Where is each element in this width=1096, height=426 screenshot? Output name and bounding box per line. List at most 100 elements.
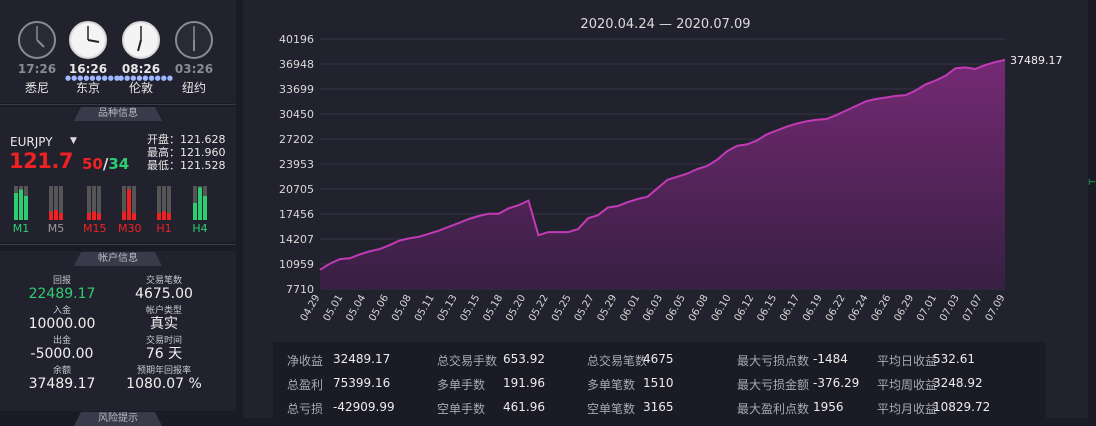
- timeframe-m30[interactable]: M30: [118, 184, 142, 235]
- y-tick-label: 17456: [279, 208, 314, 221]
- clock-icon: [18, 21, 56, 59]
- account-value: 76 天: [145, 346, 183, 362]
- x-tick-label: 05.29: [596, 293, 620, 323]
- equity-chart: 40196 36948 33699 30450 27202 23953 20705 17456…: [279, 33, 1063, 323]
- x-tick-label: 06.26: [870, 293, 894, 323]
- divider: [0, 244, 236, 245]
- x-tick-label: 05.08: [390, 293, 414, 323]
- account-value: 4675.00: [135, 286, 193, 302]
- x-tick-label: 06.08: [687, 293, 711, 323]
- summary-key: 最大亏损点数: [737, 354, 810, 368]
- summary-value: -42909.99: [333, 400, 395, 414]
- x-tick-label: 06.12: [733, 293, 757, 323]
- timeframe-m15[interactable]: M15: [83, 184, 107, 235]
- edge-marker-icon: ⊢: [1088, 178, 1096, 188]
- summary-label: 总亏损: [287, 400, 323, 417]
- account-label: 入金: [52, 306, 71, 316]
- x-tick-label: 06.17: [778, 293, 802, 323]
- y-tick-label: 7710: [286, 283, 314, 296]
- price-tail: 50/34: [82, 155, 129, 173]
- symbol-info-panel: 品种信息 EURJPY ▼ 121.7 50/34 开盘：121.628 最高：…: [0, 107, 236, 242]
- y-tick-label: 40196: [279, 33, 314, 46]
- summary-label: 总盈利: [287, 376, 323, 393]
- timeframe-m1[interactable]: M1: [10, 184, 32, 235]
- summary-key: 平均周收益: [877, 378, 938, 392]
- x-tick-label: 05.13: [436, 293, 460, 323]
- summary-key: 最大盈利点数: [737, 402, 810, 416]
- summary-value: 3248.92: [933, 376, 983, 390]
- left-sidebar: 17:26 悉尼 16:26 ●●●●●●●●● 东京 08:26 ●●●●●●…: [0, 0, 237, 426]
- symbol-selector[interactable]: EURJPY: [10, 135, 53, 149]
- summary-key: 平均日收益: [877, 354, 938, 368]
- timeframe-label: M15: [83, 222, 107, 235]
- summary-value: 1956: [813, 400, 844, 414]
- open-price: 开盘：121.628: [147, 133, 226, 146]
- timeframe-h4[interactable]: H4: [189, 184, 211, 235]
- world-clocks-panel: 17:26 悉尼 16:26 ●●●●●●●●● 东京 08:26 ●●●●●●…: [0, 0, 236, 103]
- summary-table: 净收益 32489.17 总交易手数 653.92 总交易笔数 4675 最大亏损点数 -14…: [273, 342, 1046, 418]
- summary-label: 最大亏损金额: [737, 376, 809, 393]
- summary-value: 32489.17: [333, 352, 391, 366]
- account-value: 10000.00: [28, 316, 96, 332]
- summary-label: 平均月收益: [877, 400, 937, 417]
- clock-city: 东京: [75, 81, 100, 95]
- x-tick-label: 06.19: [801, 293, 825, 323]
- x-tick-label: 05.06: [367, 293, 391, 323]
- x-tick-label: 06.03: [641, 293, 665, 323]
- x-tick-label: 07.07: [961, 293, 985, 323]
- summary-key: 多单手数: [437, 378, 486, 392]
- account-value: 22489.17: [28, 286, 96, 302]
- bid-tail: 50: [82, 155, 103, 173]
- summary-label: 多单手数: [437, 376, 485, 393]
- high-price: 最高：121.960: [147, 146, 226, 159]
- y-tick-label: 36948: [279, 58, 314, 71]
- summary-key: 总交易手数: [437, 354, 498, 368]
- last-value-label: 37489.17: [1010, 54, 1063, 67]
- account-deposit: 入金 10000.00: [20, 303, 104, 332]
- timeframe-h1[interactable]: H1: [153, 184, 175, 235]
- timeframe-m5[interactable]: M5: [45, 184, 67, 235]
- x-tick-label: 05.22: [527, 293, 551, 323]
- summary-key: 空单手数: [437, 402, 486, 416]
- x-tick-label: 06.22: [824, 293, 848, 323]
- summary-value: 4675: [643, 352, 674, 366]
- y-tick-label: 23953: [279, 158, 314, 171]
- account-value: 真实: [150, 316, 178, 332]
- summary-label: 多单笔数: [587, 376, 635, 393]
- summary-value: 1510: [643, 376, 674, 390]
- low-price: 最低：121.528: [147, 159, 226, 172]
- timeframe-label: M5: [47, 222, 65, 235]
- summary-value: 10829.72: [933, 400, 991, 414]
- timeframe-label: M30: [118, 222, 142, 235]
- summary-value: 3165: [643, 400, 674, 414]
- summary-key: 多单笔数: [587, 378, 636, 392]
- clock-newyork: 03:26 纽约: [171, 20, 217, 96]
- summary-key: 空单笔数: [587, 402, 636, 416]
- chevron-down-icon[interactable]: ▼: [70, 136, 77, 146]
- x-tick-label: 06.24: [847, 293, 871, 323]
- summary-key: 平均月收益: [877, 402, 938, 416]
- x-tick-label: 06.29: [892, 293, 916, 323]
- clock-city: 伦敦: [128, 81, 153, 95]
- right-edge: ⊢: [1088, 0, 1096, 418]
- x-tick-label: 05.15: [459, 293, 483, 323]
- summary-label: 平均日收益: [877, 352, 937, 369]
- summary-value: -376.29: [813, 376, 860, 390]
- summary-value: 75399.16: [333, 376, 391, 390]
- account-label: 预期年回报率: [136, 366, 191, 376]
- timeframe-label: H4: [192, 222, 208, 235]
- y-tick-label: 10959: [279, 258, 314, 271]
- summary-value: 461.96: [503, 400, 545, 414]
- summary-value: 191.96: [503, 376, 545, 390]
- y-tick-label: 33699: [279, 83, 314, 96]
- y-tick-label: 14207: [279, 233, 314, 246]
- summary-value: 532.61: [933, 352, 975, 366]
- summary-label: 净收益: [287, 352, 323, 369]
- clock-icon: [122, 21, 160, 59]
- account-balance: 余额 37489.17: [20, 363, 104, 392]
- section-title: 品种信息: [74, 107, 162, 121]
- x-tick-label: 05.20: [504, 293, 528, 323]
- x-tick-label: 07.01: [915, 293, 939, 323]
- account-label: 余额: [52, 366, 71, 376]
- summary-label: 平均周收益: [877, 376, 937, 393]
